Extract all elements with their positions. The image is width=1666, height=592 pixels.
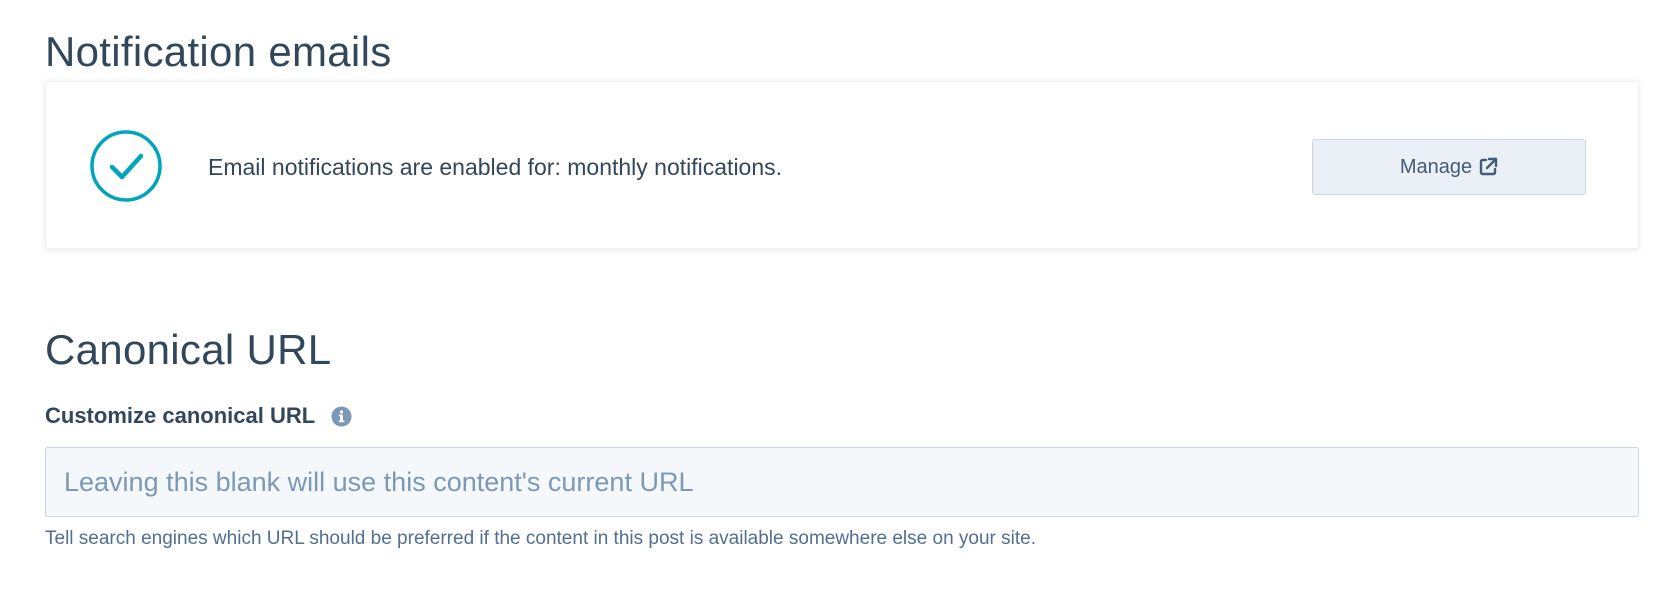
notification-status-card: Email notifications are enabled for: mon… (45, 81, 1639, 249)
external-link-icon (1478, 157, 1498, 177)
canonical-url-input[interactable] (45, 447, 1639, 517)
canonical-url-field-label: Customize canonical URL (45, 403, 352, 429)
manage-button[interactable]: Manage (1312, 139, 1586, 195)
check-circle-icon (89, 129, 163, 203)
info-icon[interactable] (331, 406, 352, 427)
manage-button-label: Manage (1399, 155, 1473, 178)
canonical-url-help-text: Tell search engines which URL should be … (45, 528, 1036, 549)
notification-status-text: Email notifications are enabled for: mon… (208, 154, 783, 180)
notification-emails-title: Notification emails (45, 28, 392, 75)
canonical-url-title: Canonical URL (45, 326, 332, 373)
canonical-url-label-text: Customize canonical URL (45, 403, 316, 428)
